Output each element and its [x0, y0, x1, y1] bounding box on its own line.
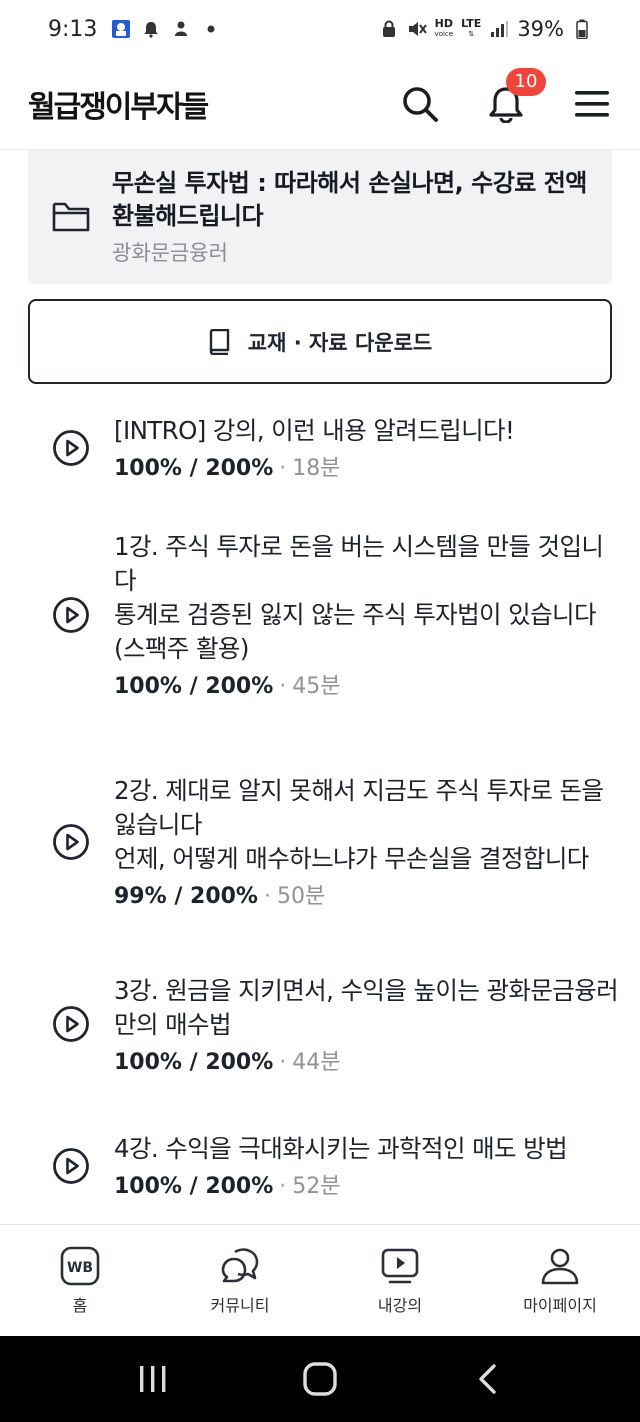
battery-icon: [572, 19, 592, 39]
lock-icon: [379, 19, 399, 39]
meta-separator: ·: [279, 1174, 287, 1199]
search-button[interactable]: [400, 84, 440, 124]
recent-apps-button[interactable]: [123, 1349, 183, 1409]
play-circle-icon[interactable]: [52, 596, 90, 634]
lecture-progress: 100% / 200%: [114, 1050, 274, 1075]
status-time: 9:13: [48, 16, 98, 42]
material-download-button[interactable]: 교재 · 자료 다운로드: [28, 299, 612, 384]
more-notifications-dot-icon: [201, 19, 221, 39]
meta-separator: ·: [279, 456, 287, 481]
lecture-progress: 100% / 200%: [114, 456, 274, 481]
play-circle-icon[interactable]: [52, 429, 90, 467]
tab-community-label: 커뮤니티: [210, 1295, 270, 1315]
mascot-notification-icon: [171, 19, 191, 39]
notification-count-badge: 10: [506, 67, 546, 96]
lecture-item[interactable]: 1강. 주식 투자로 돈을 버는 시스템을 만들 것입니다 통계로 검증된 잃지…: [0, 525, 640, 705]
svg-text:WB: WB: [67, 1260, 93, 1276]
bell-notification-icon: [141, 19, 161, 39]
course-instructor: 광화문금융러: [112, 241, 228, 265]
tab-my-lectures[interactable]: 내강의: [320, 1225, 480, 1336]
lecture-title: 3강. 원금을 지키면서, 수익을 높이는 광화문금융러만의 매수법: [114, 976, 619, 1039]
lecture-title: 4강. 수익을 극대화시키는 과학적인 매도 방법: [114, 1134, 568, 1163]
folder-icon: [52, 202, 90, 232]
lecture-meta: 100% / 200% · 52분: [114, 1168, 619, 1200]
course-folder-card[interactable]: 무손실 투자법 : 따라해서 손실나면, 수강료 전액 환불해드립니다 광화문금…: [28, 150, 612, 284]
course-title: 무손실 투자법 : 따라해서 손실나면, 수강료 전액 환불해드립니다: [112, 169, 587, 230]
lecture-duration: 50분: [276, 884, 326, 909]
lecture-title: 1강. 주식 투자로 돈을 버는 시스템을 만들 것입니다 통계로 검증된 잃지…: [114, 532, 604, 663]
tab-community[interactable]: 커뮤니티: [160, 1225, 320, 1336]
meta-separator: ·: [279, 674, 287, 699]
wb-home-icon: WB: [60, 1246, 100, 1285]
recent-apps-icon: [140, 1366, 166, 1392]
play-circle-icon[interactable]: [52, 1147, 90, 1185]
app-header: 월급쟁이부자들 10: [0, 58, 640, 150]
search-icon: [403, 86, 438, 122]
lecture-title: [INTRO] 강의, 이런 내용 알려드립니다!: [114, 416, 515, 445]
lecture-meta: 100% / 200% · 45분: [114, 668, 619, 700]
lecture-duration: 52분: [292, 1174, 341, 1199]
play-circle-icon[interactable]: [52, 823, 90, 861]
lecture-duration: 44분: [292, 1050, 341, 1075]
lecture-item[interactable]: 4강. 수익을 극대화시키는 과학적인 매도 방법 100% / 200% · 52분: [0, 1126, 640, 1206]
lecture-meta: 99% / 200% · 50분: [114, 878, 619, 910]
lecture-item[interactable]: 3강. 원금을 지키면서, 수익을 높이는 광화문금융러만의 매수법 100% /…: [0, 974, 640, 1076]
lecture-item[interactable]: 2강. 제대로 알지 못해서 지금도 주식 투자로 돈을 잃습니다 언제, 어떻…: [0, 752, 640, 932]
hamburger-menu-icon: [575, 90, 609, 117]
lecture-title: 2강. 제대로 알지 못해서 지금도 주식 투자로 돈을 잃습니다 언제, 어떻…: [114, 776, 604, 873]
lecture-meta: 100% / 200% · 44분: [114, 1044, 619, 1076]
back-button[interactable]: [457, 1349, 517, 1409]
notification-button[interactable]: 10: [486, 67, 546, 124]
lecture-duration: 45분: [292, 674, 341, 699]
signal-icon: [489, 19, 509, 39]
lecture-item[interactable]: [INTRO] 강의, 이런 내용 알려드립니다! 100% / 200% · 18분: [0, 408, 640, 488]
app-logo[interactable]: 월급쟁이부자들: [28, 82, 209, 126]
lte-indicator: LTE ⇅: [461, 17, 482, 38]
my-lecture-icon: [381, 1248, 419, 1283]
lecture-progress: 100% / 200%: [114, 674, 274, 699]
tab-home[interactable]: WB 홈: [0, 1225, 160, 1336]
menu-button[interactable]: [572, 84, 612, 124]
hd-voice-indicator: HD voice: [434, 17, 454, 38]
chat-bubbles-icon: [221, 1247, 259, 1282]
tab-my-page[interactable]: 마이페이지: [480, 1225, 640, 1336]
tab-my-lectures-label: 내강의: [377, 1295, 423, 1315]
home-circle-icon: [303, 1362, 337, 1396]
home-button[interactable]: [290, 1349, 350, 1409]
tab-my-page-label: 마이페이지: [523, 1295, 597, 1315]
back-chevron-icon: [478, 1364, 496, 1394]
book-icon: [209, 328, 229, 355]
play-circle-icon[interactable]: [52, 1005, 90, 1043]
lecture-duration: 18분: [292, 456, 341, 481]
bottom-tab-bar: WB 홈 커뮤니티 내강의 마이페이지: [0, 1224, 640, 1336]
system-nav-bar: [0, 1336, 640, 1422]
lecture-meta: 100% / 200% · 18분: [114, 450, 619, 482]
meta-separator: ·: [279, 1050, 287, 1075]
status-bar: 9:13 HD voice LTE ⇅ 39%: [0, 0, 640, 58]
tab-home-label: 홈: [72, 1295, 88, 1315]
meta-separator: ·: [263, 884, 271, 909]
app-notification-icon: [111, 19, 131, 39]
person-icon: [541, 1248, 579, 1284]
download-label: 교재 · 자료 다운로드: [247, 330, 433, 355]
battery-percent: 39%: [517, 17, 564, 41]
lecture-progress: 99% / 200%: [114, 884, 258, 909]
mute-icon: [407, 19, 427, 39]
lecture-progress: 100% / 200%: [114, 1174, 274, 1199]
